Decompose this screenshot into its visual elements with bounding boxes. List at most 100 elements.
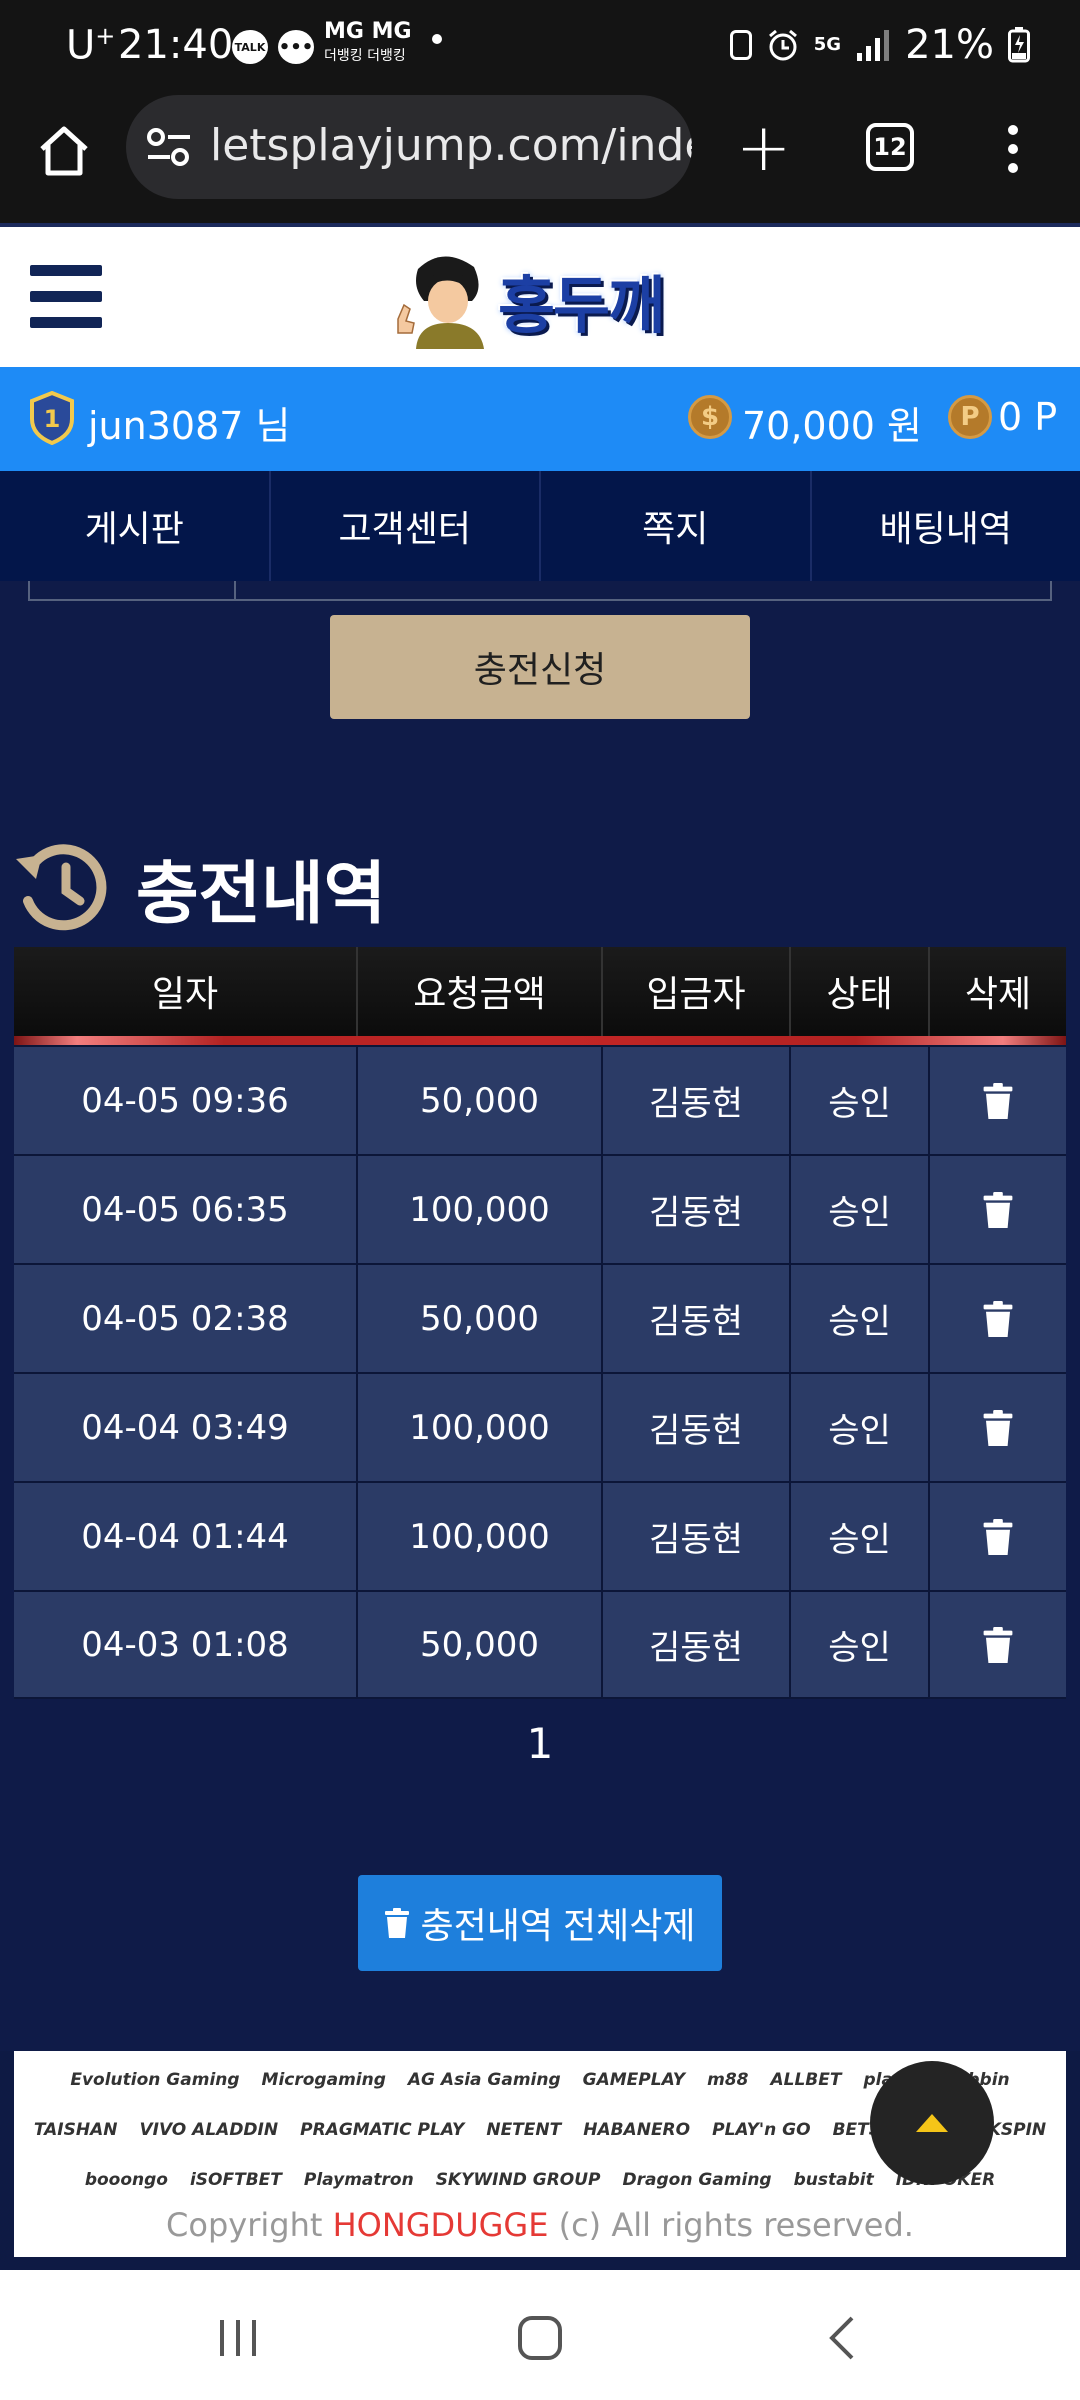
more-notifications-dot [432,34,442,44]
network-type: 5G [813,34,842,55]
provider-logo: Microgaming [261,2070,386,2090]
cell-amount: 100,000 [358,1374,603,1481]
cell-depositor: 김동현 [603,1047,791,1154]
cell-date: 04-05 09:36 [14,1047,358,1154]
logo-character-icon [397,256,484,349]
trash-icon [384,1908,409,1938]
site-logo[interactable]: 홍두깨 [388,249,693,349]
table-row: 04-03 01:08 50,000 김동현 승인 [14,1590,1066,1699]
provider-logo: PRAGMATIC PLAY [300,2120,465,2140]
cell-depositor: 김동현 [603,1483,791,1590]
username[interactable]: jun3087 님 [88,395,290,450]
tab-switcher-button[interactable]: 12 [866,123,914,171]
cell-status: 승인 [791,1047,930,1154]
cell-status: 승인 [791,1265,930,1372]
home-icon[interactable] [36,123,92,179]
delete-row-button[interactable] [930,1156,1066,1263]
provider-logo: bustabit [793,2170,874,2190]
cell-status: 승인 [791,1483,930,1590]
table-header: 일자 요청금액 입금자 상태 삭제 [14,947,1066,1045]
balance-amount[interactable]: 70,000 원 [742,395,922,450]
cell-amount: 50,000 [358,1265,603,1372]
browser-toolbar: letsplayjump.com/index + 12 [0,95,1080,223]
provider-logo: TAISHAN [33,2120,118,2140]
cell-amount: 50,000 [358,1047,603,1154]
point-icon: P [948,395,992,439]
copyright: Copyright HONGDUGGE (c) All rights reser… [166,2206,914,2244]
cell-date: 04-05 02:38 [14,1265,358,1372]
provider-logo: HABANERO [583,2120,691,2140]
provider-logo: iSOFTBET [189,2170,282,2190]
cell-date: 04-04 01:44 [14,1483,358,1590]
pagination-current-page[interactable]: 1 [0,1719,1080,1768]
kakaotalk-icon: TALK [232,30,268,64]
main-content: 충전신청 충전내역 일자 요청금액 입금자 상태 삭제 04-05 09:36 5… [0,581,1080,2051]
delete-row-button[interactable] [930,1047,1066,1154]
mg-notification: MG MG 더뱅킹 더뱅킹 [324,19,412,65]
provider-logo: SKYWIND GROUP [435,2170,601,2190]
url-text[interactable]: letsplayjump.com/index [210,120,692,171]
trash-icon [983,1300,1013,1337]
provider-logo: NETENT [486,2120,562,2140]
main-nav: 게시판 고객센터 쪽지 배팅내역 [0,471,1080,581]
cell-depositor: 김동현 [603,1156,791,1263]
provider-logo: VIVO ALADDIN [139,2120,279,2140]
table-row: 04-05 06:35 100,000 김동현 승인 [14,1154,1066,1263]
delete-row-button[interactable] [930,1483,1066,1590]
logo-text: 홍두깨 [498,269,665,342]
cell-depositor: 김동현 [603,1374,791,1481]
site-header: 홍두깨 [0,223,1080,367]
trash-icon [983,1082,1013,1119]
delete-all-history-button[interactable]: 충전내역 전체삭제 [358,1875,722,1971]
provider-logo: AG Asia Gaming [407,2070,561,2090]
trash-icon [983,1518,1013,1555]
provider-logo: m88 [707,2070,749,2090]
table-row: 04-04 03:49 100,000 김동현 승인 [14,1372,1066,1481]
battery-percent: 21% [905,22,994,68]
column-status: 상태 [791,947,930,1045]
status-icons: 5G 21% [729,22,1030,68]
cell-depositor: 김동현 [603,1592,791,1697]
provider-logo: booongo [84,2170,168,2190]
carrier-label: U+ [66,22,116,69]
table-row: 04-05 09:36 50,000 김동현 승인 [14,1045,1066,1154]
charge-history-table: 일자 요청금액 입금자 상태 삭제 04-05 09:36 50,000 김동현 승인… [14,947,1066,1699]
back-icon[interactable] [824,2316,860,2360]
system-nav-bar [0,2270,1080,2400]
message-icon: ••• [278,30,314,64]
cell-date: 04-05 06:35 [14,1156,358,1263]
signal-icon [857,30,890,61]
provider-logo: Evolution Gaming [70,2070,240,2090]
cell-amount: 50,000 [358,1592,603,1697]
charge-request-button[interactable]: 충전신청 [330,615,750,719]
home-button-icon[interactable] [516,2316,564,2360]
nav-messages[interactable]: 쪽지 [541,471,812,581]
point-amount[interactable]: 0 P [998,395,1057,439]
delete-row-button[interactable] [930,1265,1066,1372]
cell-amount: 100,000 [358,1156,603,1263]
delete-row-button[interactable] [930,1374,1066,1481]
trash-icon [983,1409,1013,1446]
new-tab-icon[interactable]: + [736,115,791,181]
address-bar[interactable]: letsplayjump.com/index [126,95,692,199]
delete-row-button[interactable] [930,1592,1066,1697]
provider-logo: Playmatron [303,2170,414,2190]
trash-icon [983,1626,1013,1663]
form-table-edge [28,581,1052,601]
nav-board[interactable]: 게시판 [0,471,271,581]
cell-date: 04-04 03:49 [14,1374,358,1481]
provider-logo: Dragon Gaming [622,2170,772,2190]
cell-depositor: 김동현 [603,1265,791,1372]
browser-menu-icon[interactable] [1008,125,1020,182]
table-row: 04-04 01:44 100,000 김동현 승인 [14,1481,1066,1590]
nav-customer-center[interactable]: 고객센터 [271,471,541,581]
recent-apps-icon[interactable] [216,2316,260,2360]
battery-saver-icon [729,30,752,60]
nav-betting-history[interactable]: 배팅내역 [812,471,1080,581]
provider-logo: PLAY'n GO [712,2120,811,2140]
cell-status: 승인 [791,1592,930,1697]
cell-status: 승인 [791,1374,930,1481]
hamburger-menu-icon[interactable] [30,265,102,329]
site-settings-icon[interactable] [146,125,192,169]
scroll-to-top-button[interactable] [870,2061,994,2185]
